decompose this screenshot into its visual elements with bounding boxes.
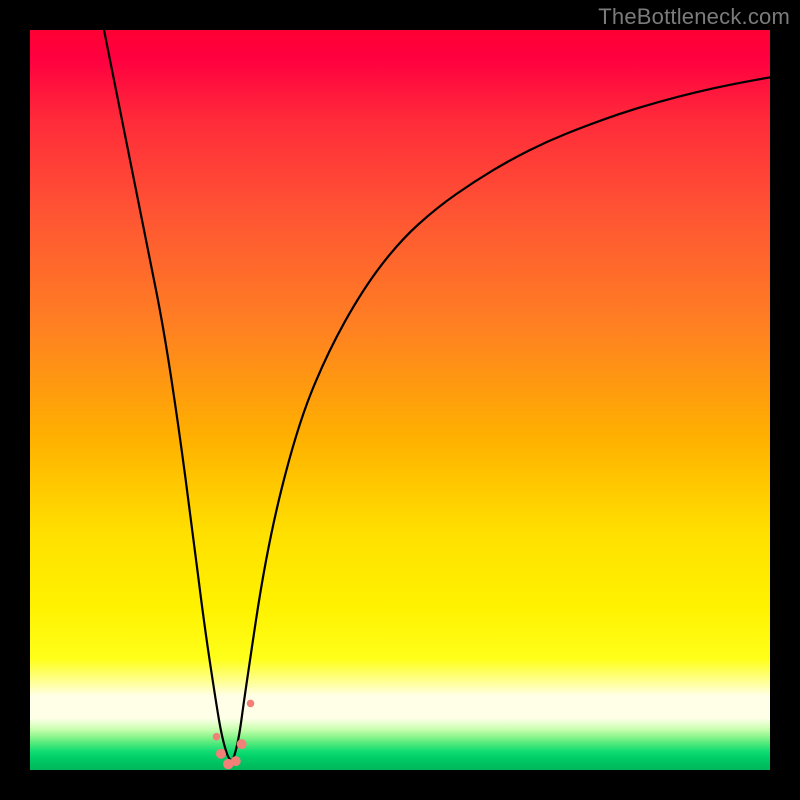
- background-gradient: [30, 30, 770, 770]
- watermark-text: TheBottleneck.com: [598, 4, 790, 30]
- plot-area: [30, 30, 770, 770]
- chart-frame: TheBottleneck.com: [0, 0, 800, 800]
